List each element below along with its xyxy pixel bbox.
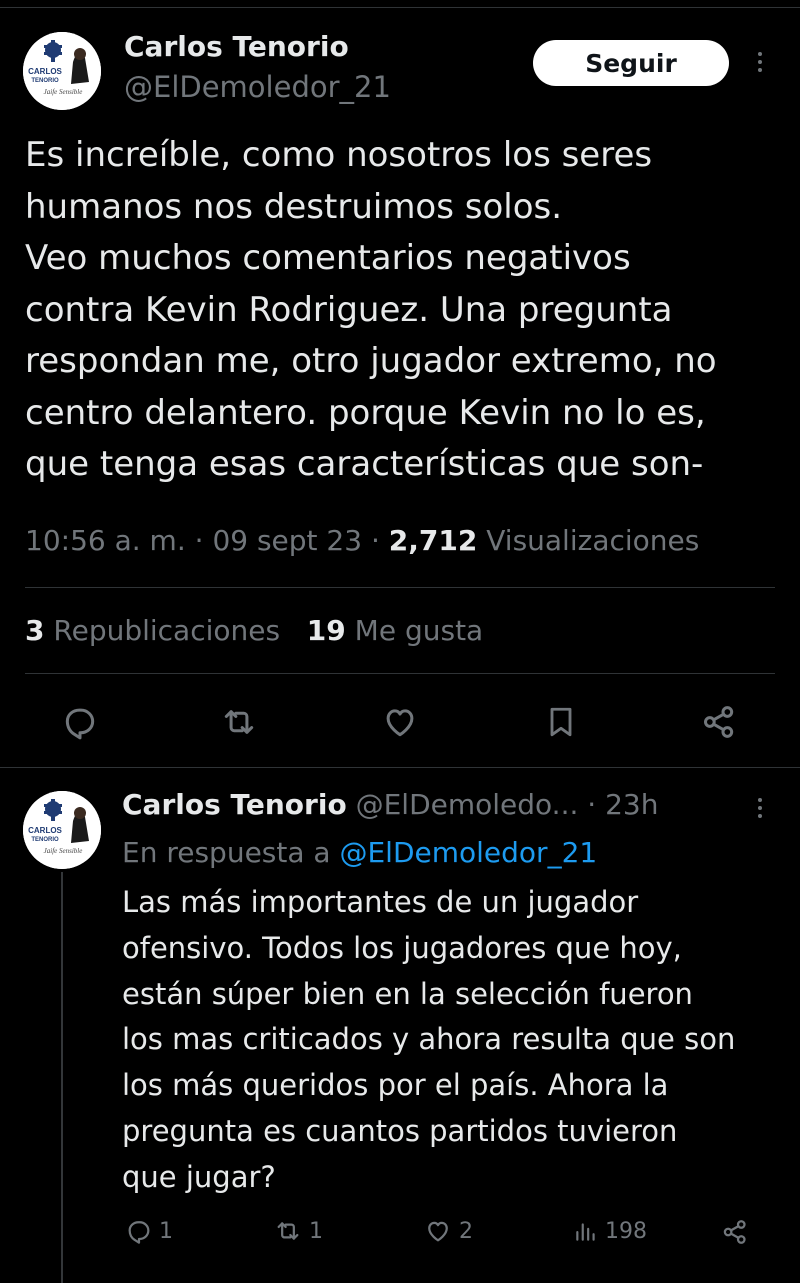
share-button[interactable]: [699, 702, 739, 742]
like-count: 2: [459, 1218, 473, 1244]
tweet-date[interactable]: 09 sept 23: [212, 524, 362, 557]
tweet-text-line: humanos nos destruimos solos.: [25, 186, 563, 227]
views-count: 2,712: [388, 524, 478, 557]
tweet-text-line: Es increíble, como nosotros los seres: [25, 135, 653, 175]
reply-more-options-icon[interactable]: [758, 796, 762, 820]
reply-icon: [128, 1221, 150, 1244]
views-label: Visualizaciones: [486, 524, 700, 557]
like-icon: [386, 709, 414, 737]
in-reply-prefix: En respuesta a: [122, 836, 331, 869]
avatar-signature: Jaife Sensible: [44, 88, 83, 96]
views-icon: [576, 1223, 595, 1241]
share-icon: [704, 706, 734, 738]
repost-button[interactable]: [219, 703, 259, 741]
svg-text:TENORIO: TENORIO: [31, 837, 59, 843]
likes-link[interactable]: 19 Me gusta: [307, 614, 483, 647]
top-border: [0, 0, 800, 8]
reply-icon: [65, 708, 95, 740]
reply-share-button[interactable]: [720, 1217, 750, 1247]
tweet-text-line: contra Kevin Rodriguez. Una pregunta: [25, 289, 673, 330]
reply-reply-button[interactable]: 1: [125, 1217, 173, 1245]
reposts-label: Republicaciones: [53, 614, 281, 647]
divider: [25, 587, 775, 588]
in-reply-to: En respuesta a @ElDemoledor_21: [122, 836, 597, 869]
bookmark-icon: [550, 707, 572, 737]
reply-author-name[interactable]: Carlos Tenorio: [122, 788, 347, 821]
like-icon: [428, 1221, 448, 1242]
divider: [25, 673, 775, 674]
views-count: 198: [605, 1218, 647, 1244]
reply-age[interactable]: 23h: [605, 788, 658, 821]
author-handle[interactable]: @ElDemoledor_21: [124, 70, 391, 104]
reply-avatar[interactable]: CARLOS TENORIO Jaife Sensible: [23, 791, 101, 869]
svg-text:Jaife Sensible: Jaife Sensible: [44, 847, 83, 855]
header-separator: ·: [578, 788, 606, 821]
svg-text:CARLOS: CARLOS: [28, 826, 62, 835]
avatar-logo-text: CARLOS: [28, 67, 62, 76]
reposts-link[interactable]: 3 Republicaciones: [25, 614, 280, 647]
share-icon: [723, 1220, 746, 1244]
likes-label: Me gusta: [354, 614, 484, 647]
reply-header: Carlos Tenorio @ElDemoledo... · 23h: [122, 788, 658, 821]
avatar[interactable]: CARLOS TENORIO Jaife Sensible: [23, 32, 101, 110]
tweet-text-line: centro delantero. porque Kevin no lo es,: [25, 392, 706, 433]
reply-text-line: pregunta es cuantos partidos tuvieron: [122, 1113, 678, 1148]
reply-text-line: los más queridos por el país. Ahora la: [122, 1068, 669, 1103]
reply-count: 1: [159, 1218, 173, 1244]
reply-author-handle[interactable]: @ElDemoledo...: [356, 788, 579, 821]
thread-line: [61, 872, 63, 1283]
reposts-count: 3: [25, 614, 45, 647]
repost-icon: [224, 710, 254, 734]
likes-count: 19: [306, 614, 346, 647]
tweet-text-line: que tenga esas características que son-: [25, 444, 704, 484]
repost-icon: [277, 1222, 299, 1240]
repost-count: 1: [309, 1218, 323, 1244]
tweet-text-line: respondan me, otro jugador extremo, no: [25, 341, 717, 381]
reply-text-line: Las más importantes de un jugador: [122, 885, 639, 919]
follow-button[interactable]: Seguir: [533, 40, 729, 86]
reply-like-button[interactable]: 2: [423, 1217, 473, 1245]
engagement-stats: 3 Republicaciones 19 Me gusta: [25, 614, 483, 647]
tweet-text: Es increíble, como nosotros los seres hu…: [25, 130, 795, 491]
tweet-meta: 10:56 a. m. · 09 sept 23 · 2,712 Visuali…: [25, 524, 700, 557]
more-options-icon[interactable]: [758, 50, 762, 74]
bookmark-button[interactable]: [543, 702, 579, 742]
reply-text-line: están súper bien en la selección fueron: [122, 976, 693, 1011]
reply-text-line: ofensivo. Todos los jugadores que hoy,: [122, 930, 682, 965]
reply-text: Las más importantes de un jugador ofensi…: [122, 880, 792, 1201]
like-button[interactable]: [381, 703, 419, 741]
tweet-text-line: Veo muchos comentarios negativos: [25, 238, 631, 278]
reply-views-button[interactable]: 198: [573, 1217, 647, 1245]
tweet-time[interactable]: 10:56 a. m.: [25, 524, 186, 557]
reply-text-line: los mas criticados y ahora resulta que s…: [122, 1022, 736, 1057]
in-reply-handle-link[interactable]: @ElDemoledor_21: [339, 836, 597, 869]
svg-text:TENORIO: TENORIO: [31, 78, 59, 84]
section-separator: [0, 767, 800, 768]
reply-button[interactable]: [61, 703, 99, 741]
reply-text-line: que jugar?: [122, 1159, 276, 1194]
reply-repost-button[interactable]: 1: [273, 1217, 323, 1245]
author-name[interactable]: Carlos Tenorio: [124, 30, 349, 63]
